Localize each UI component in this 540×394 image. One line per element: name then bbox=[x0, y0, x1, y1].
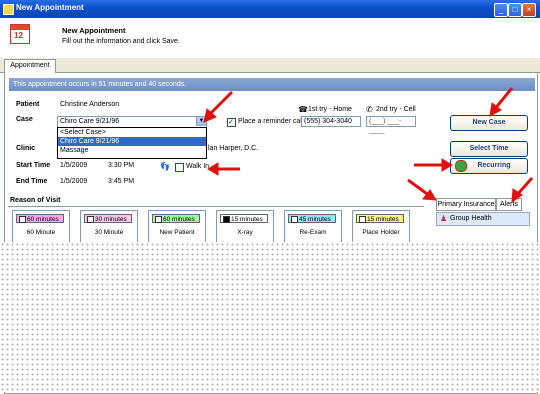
arrow-icon bbox=[207, 162, 240, 176]
truncated-area bbox=[0, 242, 540, 392]
arrow-icon bbox=[407, 178, 437, 201]
arrow-icon bbox=[489, 87, 514, 117]
arrow-icon bbox=[414, 158, 453, 172]
arrow-icon bbox=[203, 90, 234, 123]
arrow-icon bbox=[511, 177, 534, 204]
